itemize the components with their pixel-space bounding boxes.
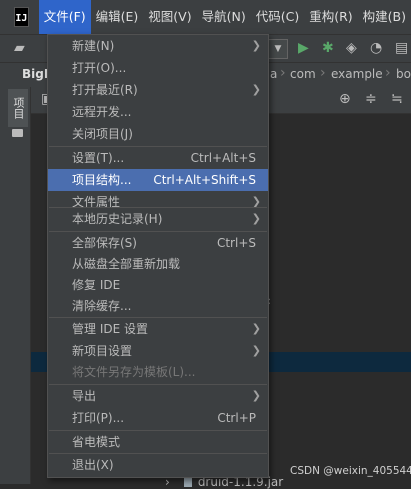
chevron-right-icon: ›	[280, 65, 286, 81]
left-tool-strip: 项目	[0, 87, 31, 484]
menu-code[interactable]: 代码(C)	[251, 0, 304, 34]
expand-all-icon[interactable]: ≒	[391, 91, 403, 107]
project-tool-tab[interactable]: 项目	[8, 89, 28, 127]
chevron-right-icon: ❯	[251, 322, 261, 335]
run-config-dropdown-chevron-icon[interactable]: ▼	[268, 39, 288, 59]
build-icon[interactable]: ▤	[395, 40, 408, 56]
chevron-right-icon: ❯	[251, 389, 261, 402]
chevron-right-icon: ❯	[251, 344, 261, 357]
menu-file[interactable]: 文件(F)	[38, 0, 91, 34]
folder-icon[interactable]	[12, 129, 23, 137]
menu-edit[interactable]: 编辑(E)	[91, 0, 144, 34]
menu-view[interactable]: 视图(V)	[143, 0, 196, 34]
menu-item-remote-dev[interactable]: 远程开发...	[48, 101, 268, 123]
menu-item-project-structure[interactable]: 项目结构... Ctrl+Alt+Shift+S	[48, 169, 268, 191]
main-menu-bar: IJ 文件(F) 编辑(E) 视图(V) 导航(N) 代码(C) 重构(R) 构…	[0, 0, 411, 34]
menu-item-save-as-template: 将文件另存为模板(L)...	[72, 365, 196, 379]
file-menu-dropdown: 新建(N) ❯ 打开(O)... 打开最近(R) ❯ 远程开发... 关闭项目(…	[47, 34, 269, 478]
menu-item-print[interactable]: 打印(P)... Ctrl+P	[48, 407, 268, 429]
menu-item-close-project[interactable]: 关闭项目(J)	[48, 123, 268, 145]
menu-build[interactable]: 构建(B)	[358, 0, 411, 34]
menu-item-settings[interactable]: 设置(T)... Ctrl+Alt+S	[48, 147, 268, 169]
debug-icon[interactable]: ✱	[322, 40, 334, 56]
chevron-right-icon: ❯	[251, 212, 261, 225]
menu-item-open-recent[interactable]: 打开最近(R) ❯	[48, 79, 268, 101]
coverage-icon[interactable]: ◈	[346, 40, 357, 56]
chevron-right-icon: ›	[385, 65, 391, 81]
chevron-right-icon: ❯	[251, 39, 261, 52]
menu-item-exit[interactable]: 退出(X)	[48, 454, 268, 476]
menu-item-reload-all[interactable]: 从磁盘全部重新加载	[48, 253, 268, 275]
locate-icon[interactable]: ⊕	[339, 91, 351, 107]
menu-item-open[interactable]: 打开(O)...	[48, 57, 268, 79]
menu-item-new[interactable]: 新建(N) ❯	[48, 35, 268, 57]
menu-item-power-save[interactable]: 省电模式	[48, 431, 268, 453]
breadcrumb-item[interactable]: com	[290, 67, 316, 81]
intellij-logo-icon[interactable]: IJ	[14, 7, 29, 27]
menu-item-repair-ide[interactable]: 修复 IDE	[48, 274, 268, 296]
chevron-right-icon: ❯	[251, 83, 261, 96]
run-icon[interactable]: ▶	[298, 40, 309, 56]
open-folder-icon[interactable]: ▰	[14, 40, 25, 56]
watermark-text: CSDN @weixin_40554498	[290, 465, 411, 477]
menu-navigate[interactable]: 导航(N)	[197, 0, 251, 34]
menu-item-export[interactable]: 导出 ❯	[48, 385, 268, 407]
menu-refactor[interactable]: 重构(R)	[304, 0, 357, 34]
menu-item-save-all[interactable]: 全部保存(S) Ctrl+S	[48, 232, 268, 254]
menu-item-invalidate-caches[interactable]: 清除缓存...	[48, 295, 268, 317]
breadcrumb-item[interactable]: example	[331, 67, 383, 81]
profile-icon[interactable]: ◔	[370, 40, 382, 56]
chevron-right-icon: ›	[320, 65, 326, 81]
collapse-all-icon[interactable]: ≑	[365, 91, 377, 107]
menu-item-new-project-settings[interactable]: 新项目设置 ❯	[48, 340, 268, 362]
breadcrumb-item[interactable]: bo	[396, 67, 411, 81]
menu-item-local-history[interactable]: 本地历史记录(H) ❯	[48, 208, 268, 230]
breadcrumb-item[interactable]: a	[270, 67, 277, 81]
menu-item-manage-ide-settings[interactable]: 管理 IDE 设置 ❯	[48, 318, 268, 340]
